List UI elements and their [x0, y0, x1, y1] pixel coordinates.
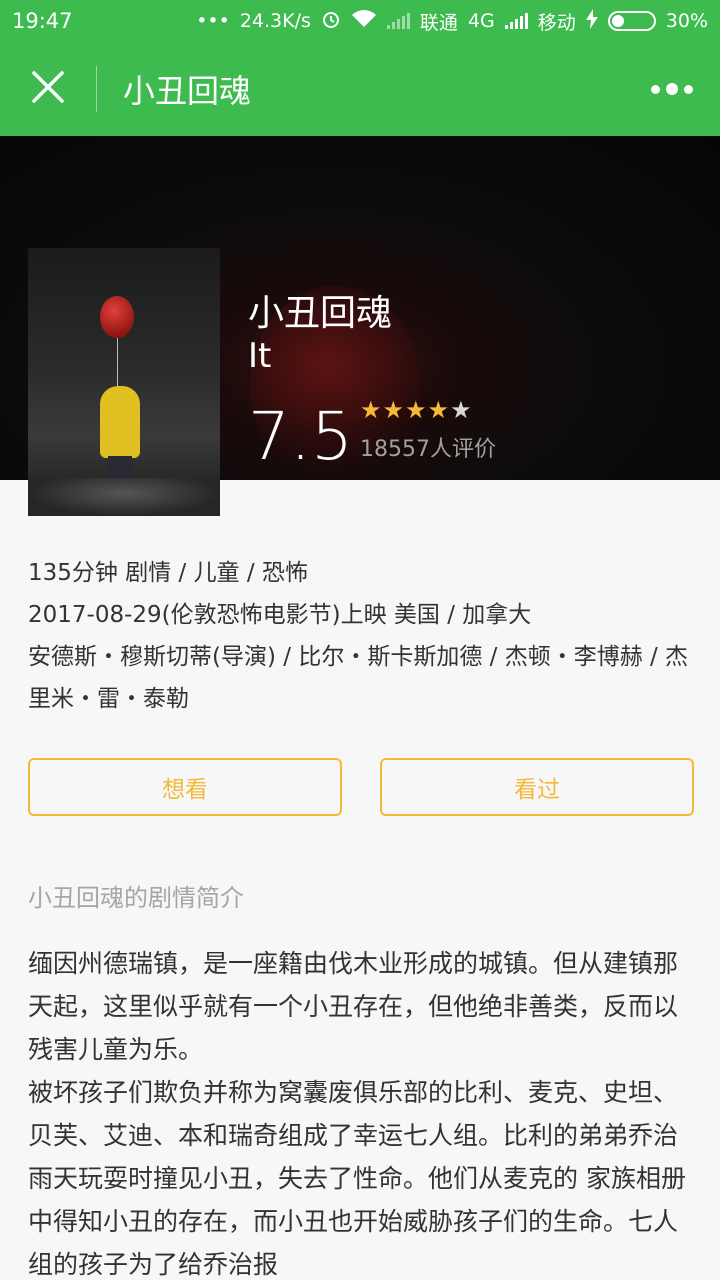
summary-text: 缅因州德瑞镇，是一座籍由伐木业形成的城镇。但从建镇那天起，这里似乎就有一个小丑存…	[28, 942, 692, 1280]
star-icon: ★	[450, 396, 472, 424]
more-dots-icon	[651, 84, 660, 94]
summary-paragraph-1: 缅因州德瑞镇，是一座籍由伐木业形成的城镇。但从建镇那天起，这里似乎就有一个小丑存…	[28, 949, 679, 1064]
battery-icon	[607, 11, 656, 31]
carrier-2: 移动	[537, 11, 576, 34]
status-right: ••• 24.3K/s 联通 4G 移动 30%	[196, 8, 708, 35]
poster-balloon	[100, 296, 134, 338]
movie-title: 小丑回魂	[248, 293, 393, 334]
network-type: 4G	[467, 10, 495, 32]
close-icon	[31, 70, 65, 108]
movie-poster[interactable]	[28, 248, 220, 516]
star-icon: ★	[405, 396, 427, 424]
star-icon: ★	[427, 396, 450, 424]
summary-paragraph-2: 被坏孩子们欺负并称为窝囊废俱乐部的比利、麦克、史坦、贝芙、艾迪、本和瑞奇组成了幸…	[28, 1078, 686, 1279]
battery-percent: 30%	[665, 10, 708, 32]
info-duration-genre: 135分钟 剧情 / 儿童 / 恐怖	[28, 560, 308, 586]
wifi-icon	[351, 9, 377, 34]
poster-figure	[100, 386, 140, 458]
nav-bar: 小丑回魂	[0, 42, 720, 136]
movie-info: 135分钟 剧情 / 儿童 / 恐怖 2017-08-29(伦敦恐怖电影节)上映…	[28, 552, 692, 720]
carrier-1: 联通	[419, 11, 458, 34]
nav-title: 小丑回魂	[123, 72, 252, 110]
close-button[interactable]	[0, 42, 96, 136]
alarm-icon	[321, 9, 341, 34]
status-time: 19:47	[12, 9, 73, 33]
more-button[interactable]	[624, 42, 720, 136]
rating-score: 7.5	[248, 398, 353, 475]
movie-original-title: It	[248, 336, 272, 376]
watched-button[interactable]: 看过	[380, 758, 694, 816]
signal-icon-1	[386, 13, 410, 29]
net-speed: 24.3K/s	[239, 10, 311, 32]
top-bar: 19:47 ••• 24.3K/s 联通 4G 移动 30% 小丑回魂	[0, 0, 720, 136]
notification-dots: •••	[196, 10, 230, 32]
signal-icon-2	[504, 13, 528, 29]
info-release: 2017-08-29(伦敦恐怖电影节)上映 美国 / 加拿大	[28, 602, 532, 628]
star-icon: ★	[382, 396, 405, 424]
rating-stars: ★ ★ ★ ★ ★	[360, 397, 472, 423]
charging-icon	[585, 8, 598, 34]
info-cast: 安德斯・穆斯切蒂(导演) / 比尔・斯卡斯加德 / 杰顿・李博赫 / 杰里米・雷…	[28, 644, 689, 712]
star-icon: ★	[360, 396, 382, 424]
nav-divider	[96, 66, 97, 112]
want-to-watch-button[interactable]: 想看	[28, 758, 342, 816]
rating-votes: 18557人评价	[360, 437, 496, 462]
status-bar: 19:47 ••• 24.3K/s 联通 4G 移动 30%	[0, 0, 720, 42]
summary-heading: 小丑回魂的剧情简介	[28, 884, 244, 912]
